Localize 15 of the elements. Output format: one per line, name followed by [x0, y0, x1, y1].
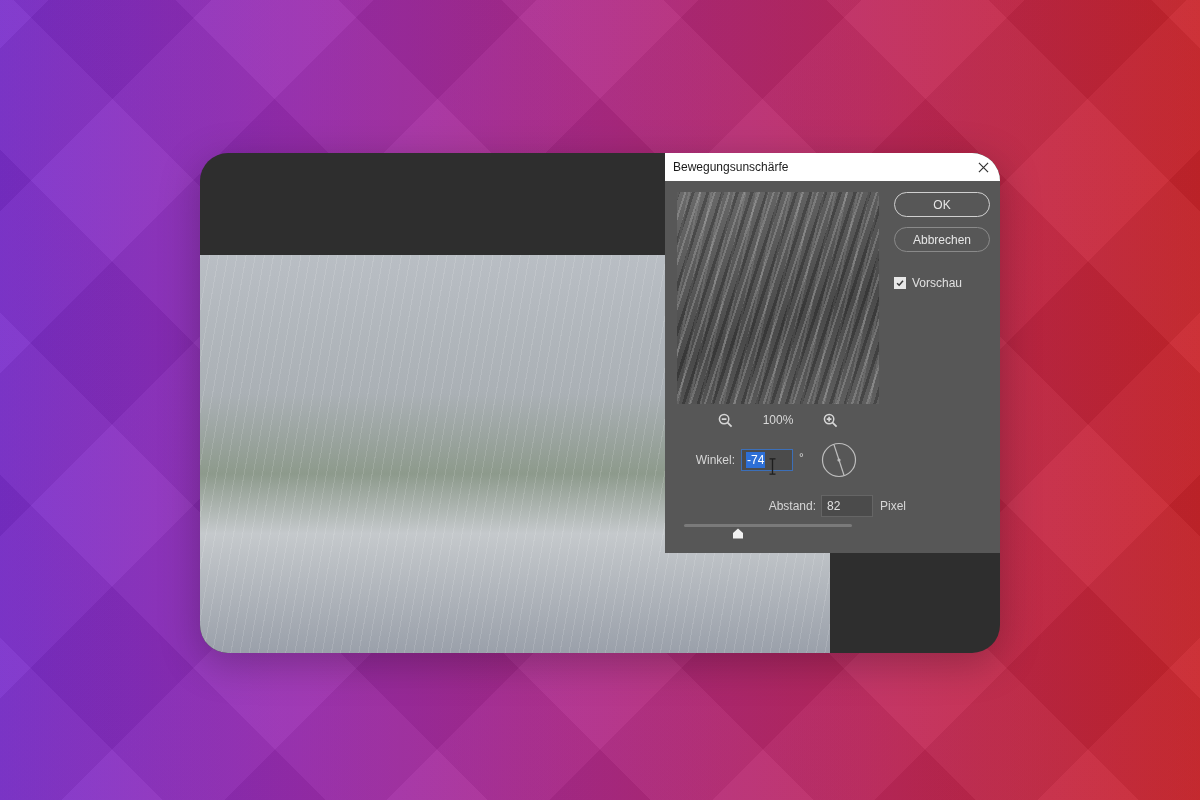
zoom-level: 100% — [762, 413, 794, 427]
angle-label: Winkel: — [694, 453, 735, 467]
zoom-out-icon[interactable] — [717, 412, 733, 428]
checkbox-label: Vorschau — [912, 276, 963, 290]
zoom-in-icon[interactable] — [823, 412, 839, 428]
text-cursor-icon — [769, 458, 776, 475]
checkbox[interactable] — [894, 277, 906, 289]
slider-track[interactable] — [684, 523, 852, 539]
dialog-title: Bewegungsunschärfe — [673, 160, 789, 174]
pixel-unit: Pixel — [880, 499, 906, 513]
angle-dial-icon[interactable] — [820, 442, 857, 478]
close-icon[interactable] — [978, 161, 989, 173]
degree-unit: ° — [799, 451, 804, 465]
distance-input[interactable]: 82 — [821, 495, 873, 517]
distance-label: Abstand: — [767, 499, 816, 513]
